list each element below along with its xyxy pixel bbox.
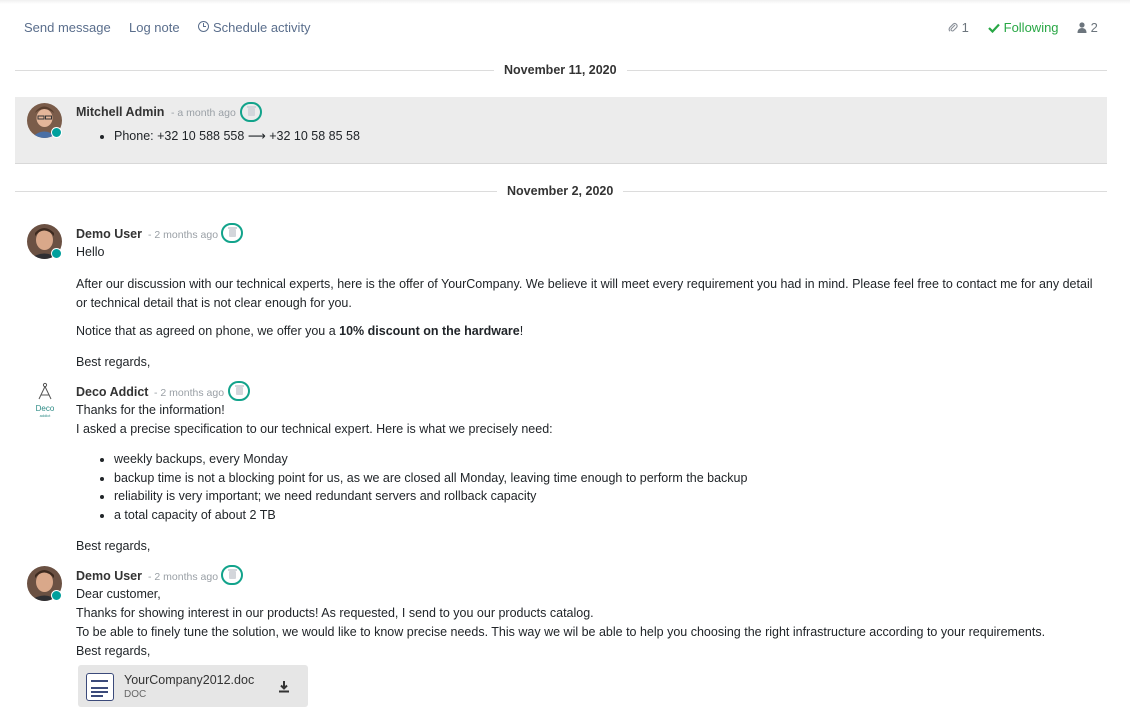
attachments-count: 1 [961, 20, 969, 35]
tracking-values: Phone: +32 10 588 558 ⟶ +32 10 58 85 58 [98, 127, 360, 146]
deco-addict-logo: Deco addict [29, 382, 61, 418]
message-text: Dear customer, [76, 587, 161, 601]
download-icon[interactable] [277, 680, 291, 694]
bold-text: 10% discount on the hardware [339, 324, 520, 338]
delete-message-button[interactable] [240, 102, 262, 122]
delete-message-button[interactable] [221, 223, 243, 243]
author-name[interactable]: Mitchell Admin [76, 105, 164, 119]
message-date: - 2 months ago [148, 571, 219, 583]
text-segment: Notice that as agreed on phone, we offer… [76, 324, 340, 338]
logo-subtext: addict [39, 413, 51, 418]
attachment-type: DOC [124, 689, 147, 700]
message-paragraph: After our discussion with our technical … [76, 277, 1093, 310]
schedule-activity-button[interactable]: Schedule activity [198, 20, 311, 35]
message-date: - a month ago [171, 107, 236, 119]
attachment-card[interactable]: YourCompany2012.doc DOC [78, 665, 308, 707]
online-status-dot [51, 127, 62, 138]
message-date: - 2 months ago [148, 229, 219, 241]
message-text: Best regards, [76, 644, 151, 658]
message-text: Thanks for showing interest in our produ… [76, 606, 594, 620]
schedule-activity-label: Schedule activity [213, 20, 311, 35]
online-status-dot [51, 590, 62, 601]
list-item: a total capacity of about 2 TB [114, 506, 747, 525]
check-icon [988, 23, 1000, 34]
compass-icon [38, 382, 52, 400]
send-message-button[interactable]: Send message [24, 20, 111, 35]
logo-text: Deco [35, 404, 55, 413]
clock-icon [198, 21, 209, 32]
doc-line [91, 687, 108, 689]
message-text: I asked a precise specification to our t… [76, 422, 553, 436]
text-segment: ! [519, 324, 524, 338]
delete-message-button[interactable] [221, 565, 243, 585]
date-separator-label: November 11, 2020 [494, 63, 627, 77]
following-label: Following [1003, 20, 1059, 35]
trash-icon [229, 571, 236, 579]
tracking-value-item: Phone: +32 10 588 558 ⟶ +32 10 58 85 58 [114, 127, 360, 146]
message-closing: Best regards, [76, 539, 151, 553]
trash-icon [236, 387, 243, 395]
log-note-button[interactable]: Log note [129, 20, 180, 35]
author-name[interactable]: Deco Addict [76, 385, 148, 399]
paperclip-icon [948, 22, 958, 32]
followers-button[interactable]: 2 [1077, 20, 1098, 35]
document-icon [86, 673, 114, 701]
list-item: weekly backups, every Monday [114, 450, 747, 469]
doc-line [91, 680, 108, 682]
list-item: backup time is not a blocking point for … [114, 469, 747, 488]
message-text: Hello [76, 245, 105, 259]
author-name[interactable]: Demo User [76, 569, 142, 583]
topbar-shadow [0, 0, 1130, 4]
message-closing: Best regards, [76, 355, 151, 369]
trash-icon [248, 108, 255, 116]
doc-line [91, 695, 103, 697]
following-button[interactable]: Following [988, 20, 1059, 35]
attachment-name: YourCompany2012.doc [124, 673, 255, 687]
message-paragraph: Notice that as agreed on phone, we offer… [76, 324, 523, 338]
user-icon [1077, 22, 1087, 33]
followers-count: 2 [1090, 20, 1098, 35]
message-date: - 2 months ago [154, 387, 225, 399]
chatter-topbar: Send message Log note Schedule activity … [0, 0, 1130, 52]
delete-message-button[interactable] [228, 381, 250, 401]
message-text: To be able to finely tune the solution, … [76, 625, 1046, 639]
date-separator-label: November 2, 2020 [497, 184, 624, 198]
doc-line [91, 691, 108, 693]
list-item: reliability is very important; we need r… [114, 487, 747, 506]
online-status-dot [51, 248, 62, 259]
author-name[interactable]: Demo User [76, 227, 142, 241]
trash-icon [229, 229, 236, 237]
attachments-button[interactable]: 1 [948, 20, 969, 35]
message-text: Thanks for the information! [76, 403, 225, 417]
requirements-list: weekly backups, every Monday backup time… [98, 450, 747, 524]
